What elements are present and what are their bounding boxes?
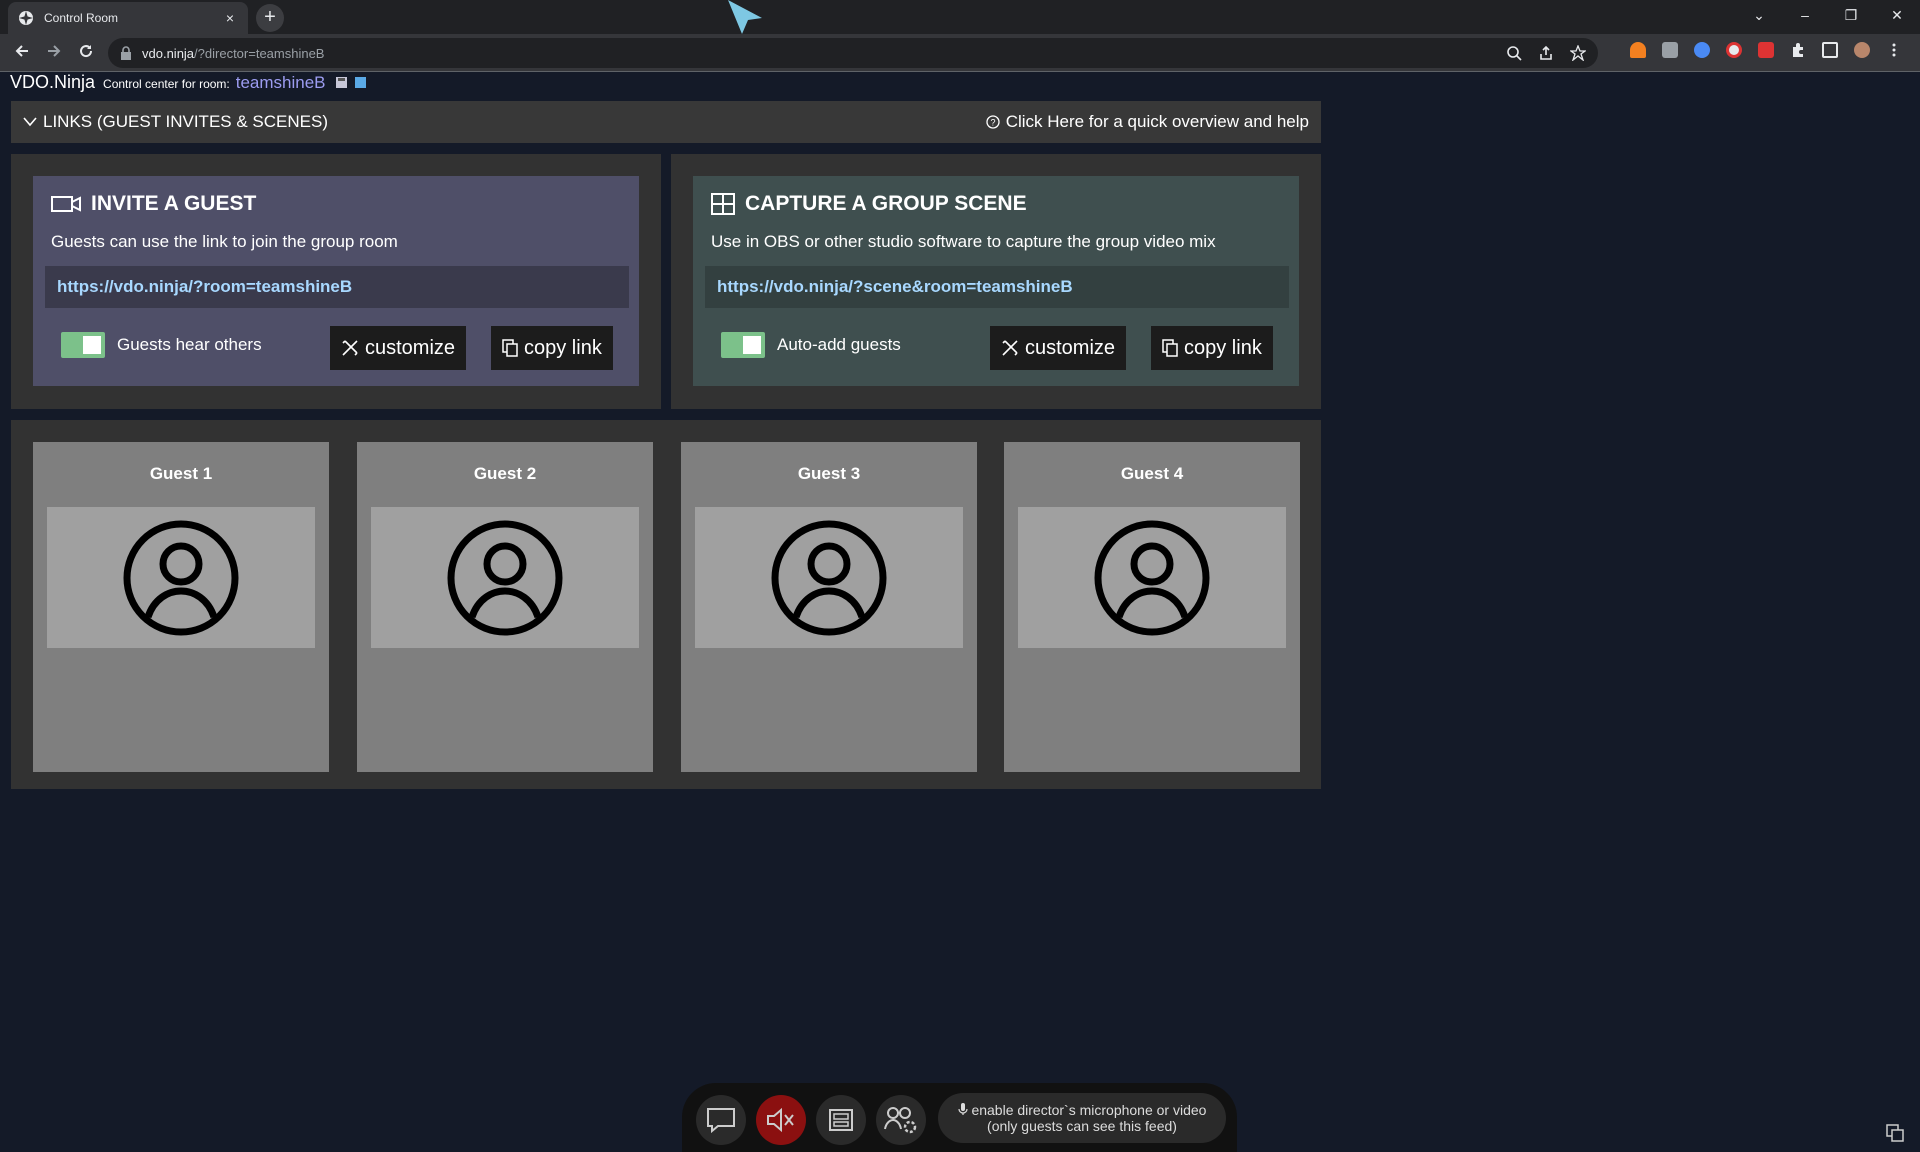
user-placeholder-icon <box>771 520 887 635</box>
red-extension-icon[interactable] <box>1726 42 1742 58</box>
profile-avatar-icon[interactable] <box>1854 42 1870 58</box>
copy-icon <box>1162 339 1178 357</box>
links-section-toggle[interactable]: LINKS (GUEST INVITES & SCENES) ? Click H… <box>11 101 1321 143</box>
translate-corner-icon[interactable] <box>1886 1124 1904 1142</box>
copy-icon <box>502 339 518 357</box>
microphone-icon <box>957 1103 968 1115</box>
guests-hear-others-label: Guests hear others <box>117 335 262 354</box>
capture-scene-card: CAPTURE A GROUP SCENE Use in OBS or othe… <box>693 176 1299 386</box>
puzzle-extensions-icon[interactable] <box>1790 42 1806 58</box>
invite-title: INVITE A GUEST <box>51 192 256 216</box>
shield-extension-icon[interactable] <box>1662 42 1678 58</box>
guest-slot: Guest 3 <box>681 442 977 772</box>
grid-icon <box>711 193 735 215</box>
user-placeholder-icon <box>447 520 563 635</box>
restore-button[interactable]: ❐ <box>1828 0 1874 30</box>
tools-icon <box>1002 340 1018 356</box>
guest-preview <box>1018 507 1286 648</box>
invite-customize-button[interactable]: customize <box>330 326 467 370</box>
guest-slots-container: Guest 1 Guest 2 Guest 3 Guest 4 <box>11 420 1321 789</box>
mute-speaker-button[interactable] <box>756 1095 806 1145</box>
menu-dots-icon[interactable] <box>1886 42 1902 58</box>
red-badge-extension-icon[interactable] <box>1758 42 1774 58</box>
guest-name: Guest 1 <box>149 464 213 483</box>
reload-icon[interactable] <box>72 39 100 67</box>
guest-preview <box>695 507 963 648</box>
scene-panel-outer: CAPTURE A GROUP SCENE Use in OBS or othe… <box>671 154 1321 409</box>
browser-tab[interactable]: Control Room × <box>8 2 248 34</box>
browser-tab-bar: Control Room × + ⌄ – ❐ ✕ <box>0 0 1920 34</box>
user-placeholder-icon <box>1094 520 1210 635</box>
vdo-ninja-favicon-icon <box>19 11 33 25</box>
guests-hear-others-toggle[interactable] <box>61 332 105 358</box>
brand-name: VDO.Ninja <box>10 72 96 92</box>
video-camera-icon <box>51 196 81 212</box>
guest-preview <box>47 507 315 648</box>
group-settings-button[interactable] <box>876 1095 926 1145</box>
mic-note-line2: (only guests can see this feed) <box>987 1118 1177 1134</box>
blue-circle-extension-icon[interactable] <box>1694 42 1710 58</box>
svg-text:?: ? <box>990 118 995 128</box>
invite-guest-card: INVITE A GUEST Guests can use the link t… <box>33 176 639 386</box>
address-bar[interactable]: vdo.ninja /?director=teamshineB <box>108 38 1598 68</box>
guest-slot: Guest 2 <box>357 442 653 772</box>
help-link[interactable]: ? Click Here for a quick overview and he… <box>986 112 1309 132</box>
scene-title: CAPTURE A GROUP SCENE <box>711 192 1027 216</box>
screen-button[interactable] <box>816 1095 866 1145</box>
auto-add-guests-label: Auto-add guests <box>777 335 901 354</box>
url-host: vdo.ninja <box>142 45 195 61</box>
guest-name: Guest 4 <box>1120 464 1184 483</box>
tab-close-icon[interactable]: × <box>222 10 238 26</box>
forward-icon[interactable] <box>40 39 68 67</box>
user-placeholder-icon <box>123 520 239 635</box>
tab-title: Control Room <box>44 11 119 25</box>
auto-add-guests-toggle[interactable] <box>721 332 765 358</box>
chat-button[interactable] <box>696 1095 746 1145</box>
director-control-bar: enable director`s microphone or video (o… <box>682 1083 1237 1152</box>
lock-icon <box>121 46 131 60</box>
scene-customize-button[interactable]: customize <box>990 326 1127 370</box>
invite-copy-link-button[interactable]: copy link <box>491 326 613 370</box>
tab-search-button[interactable]: ⌄ <box>1736 0 1782 30</box>
help-link-text: Click Here for a quick overview and help <box>1005 112 1309 131</box>
question-circle-icon: ? <box>986 115 1000 129</box>
minimize-button[interactable]: – <box>1782 0 1828 30</box>
guest-name: Guest 2 <box>473 464 537 483</box>
guest-slot: Guest 4 <box>1004 442 1300 772</box>
window-icon <box>829 1109 853 1131</box>
speaker-muted-icon <box>767 1107 794 1133</box>
chevron-down-icon <box>23 117 37 127</box>
cursor-arrow-icon <box>728 0 762 34</box>
invite-panel-outer: INVITE A GUEST Guests can use the link t… <box>11 154 661 409</box>
enable-director-media-button[interactable]: enable director`s microphone or video (o… <box>938 1093 1226 1143</box>
info-icon[interactable] <box>354 77 366 88</box>
bookmark-star-icon[interactable] <box>1569 44 1587 62</box>
tools-icon <box>342 340 358 356</box>
app-header: VDO.Ninja Control center for room: teams… <box>10 72 366 94</box>
url-path: /?director=teamshineB <box>194 45 325 61</box>
scene-url-field[interactable]: https://vdo.ninja/?scene&room=teamshineB <box>705 266 1289 308</box>
room-name: teamshineB <box>235 73 326 92</box>
control-center-label: Control center for room: <box>103 77 230 91</box>
new-tab-button[interactable]: + <box>256 4 284 32</box>
guest-slot: Guest 1 <box>33 442 329 772</box>
close-window-button[interactable]: ✕ <box>1874 0 1920 30</box>
invite-url-field[interactable]: https://vdo.ninja/?room=teamshineB <box>45 266 629 308</box>
scene-copy-link-button[interactable]: copy link <box>1151 326 1273 370</box>
guest-name: Guest 3 <box>797 464 861 483</box>
links-section-label: LINKS (GUEST INVITES & SCENES) <box>43 112 328 131</box>
scene-description: Use in OBS or other studio software to c… <box>711 232 1216 251</box>
invite-description: Guests can use the link to join the grou… <box>51 232 398 251</box>
side-panel-icon[interactable] <box>1822 42 1838 58</box>
share-icon[interactable] <box>1538 45 1554 61</box>
zoom-icon[interactable] <box>1506 45 1522 61</box>
chat-icon <box>707 1108 735 1133</box>
extension-icons <box>1630 42 1902 58</box>
users-gear-icon <box>884 1107 917 1134</box>
save-icon[interactable] <box>335 77 347 88</box>
back-icon[interactable] <box>8 39 36 67</box>
cloud-extension-icon[interactable] <box>1630 42 1646 58</box>
mic-note-line1: enable director`s microphone or video <box>957 1102 1206 1118</box>
guest-preview <box>371 507 639 648</box>
